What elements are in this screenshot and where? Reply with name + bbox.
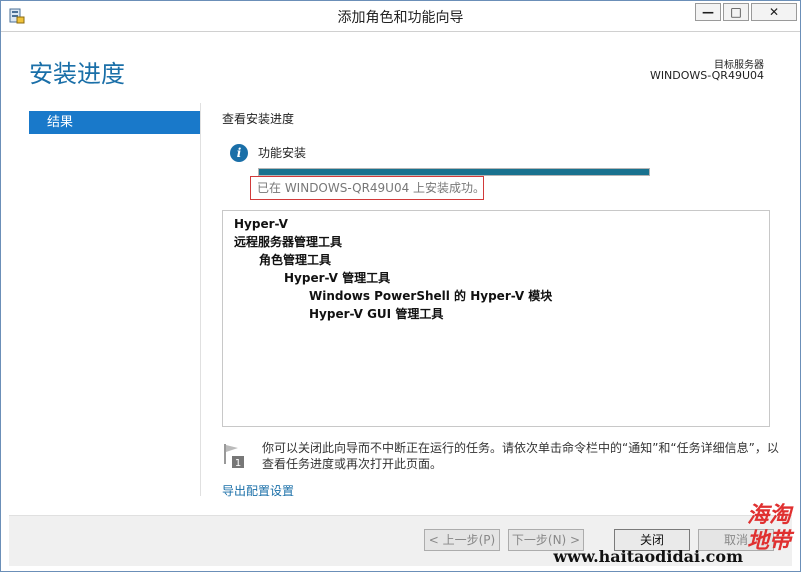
site-watermark: 海淘 地带 www.haitaodidai.com — [553, 502, 795, 566]
install-status-message: 已在 WINDOWS-QR49U04 上安装成功。 — [250, 176, 484, 200]
close-window-button[interactable]: ✕ — [751, 3, 797, 21]
export-config-link[interactable]: 导出配置设置 — [222, 482, 294, 499]
notification-badge: 1 — [235, 458, 241, 469]
result-item: Hyper-V — [234, 217, 288, 231]
nav-item-results[interactable]: 结果 — [29, 111, 200, 134]
previous-button[interactable]: < 上一步(P) — [424, 529, 500, 551]
result-item: Hyper-V GUI 管理工具 — [309, 307, 444, 321]
minimize-icon: — — [702, 5, 714, 19]
wizard-close-note: 你可以关闭此向导而不中断正在运行的任务。请依次单击命令栏中的“通知”和“任务详细… — [262, 441, 779, 471]
close-icon: ✕ — [768, 5, 780, 19]
info-icon: i — [230, 144, 248, 162]
result-item: Windows PowerShell 的 Hyper-V 模块 — [309, 289, 553, 303]
section-title: 查看安装进度 — [222, 112, 295, 126]
wizard-content: 安装进度 目标服务器 WINDOWS-QR49U04 结果 查看安装进度 i 功… — [9, 32, 792, 566]
feature-install-title: 功能安装 — [258, 146, 307, 160]
page-title: 安装进度 — [29, 60, 125, 88]
result-item: 角色管理工具 — [259, 253, 332, 267]
maximize-button[interactable]: □ — [723, 3, 749, 21]
watermark-cn-line2: 地带 — [746, 528, 791, 554]
wizard-nav: 结果 — [29, 111, 200, 134]
notification-flag-icon: 1 — [224, 444, 244, 469]
result-item: 远程服务器管理工具 — [234, 235, 343, 249]
destination-server-name: WINDOWS-QR49U04 — [649, 69, 764, 82]
title-bar[interactable]: 添加角色和功能向导 — □ ✕ — [1, 1, 800, 32]
watermark-url: www.haitaodidai.com — [553, 547, 743, 566]
nav-divider — [200, 103, 201, 496]
maximize-icon: □ — [730, 5, 742, 19]
wizard-window: 添加角色和功能向导 — □ ✕ 安装进度 目标服务器 WINDOWS-QR49U… — [0, 0, 801, 572]
install-progress-bar — [258, 168, 650, 176]
window-title: 添加角色和功能向导 — [337, 10, 464, 26]
watermark-cn-line1: 海淘 — [746, 502, 791, 528]
install-progress-fill — [259, 169, 649, 175]
watermark-cn-text: 海淘 地带 — [747, 502, 791, 554]
minimize-button[interactable]: — — [695, 3, 721, 21]
result-item: Hyper-V 管理工具 — [284, 271, 391, 285]
results-list[interactable]: Hyper-V 远程服务器管理工具角色管理工具 Hyper-V 管理工具 Window… — [222, 210, 770, 427]
